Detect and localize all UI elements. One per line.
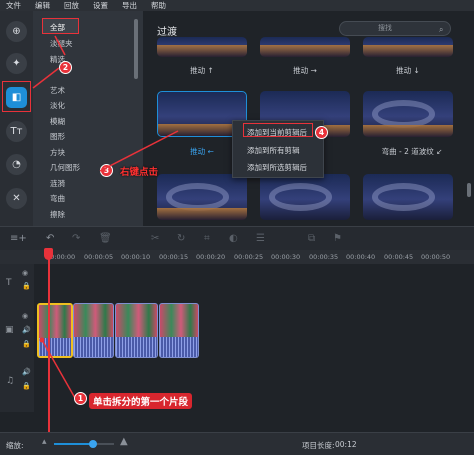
project-length-value: 00:12 xyxy=(335,440,357,449)
zoom-slider-fill xyxy=(54,443,93,445)
step-1-badge: 1 xyxy=(74,392,87,405)
arrow-dot xyxy=(39,337,45,343)
arrow-step-1 xyxy=(41,339,76,399)
app-window: 文件 编辑 回放 设置 导出 帮助 ⊕ ✦ ◧ Tᴛ ◔ ✕ 全部 淡褪夹 精选… xyxy=(0,0,474,455)
zoom-out-icon[interactable]: ▴ xyxy=(42,437,47,447)
project-length-label: 项目长度: xyxy=(302,441,335,450)
zoom-in-icon[interactable]: ▲ xyxy=(120,436,128,447)
zoom-slider-knob[interactable] xyxy=(89,440,97,448)
arrow-step-2b xyxy=(32,67,60,89)
zoom-label: 缩放: xyxy=(6,441,24,450)
zoom-slider[interactable] xyxy=(54,440,114,448)
step-1-label: 单击拆分的第一个片段 xyxy=(89,393,193,409)
status-bar: 缩放: ▴ ▲ 项目长度: 00:12 xyxy=(0,432,474,455)
arrow-step-2 xyxy=(54,35,66,56)
arrow-step-3 xyxy=(99,130,179,172)
annotation-arrows xyxy=(32,35,179,399)
